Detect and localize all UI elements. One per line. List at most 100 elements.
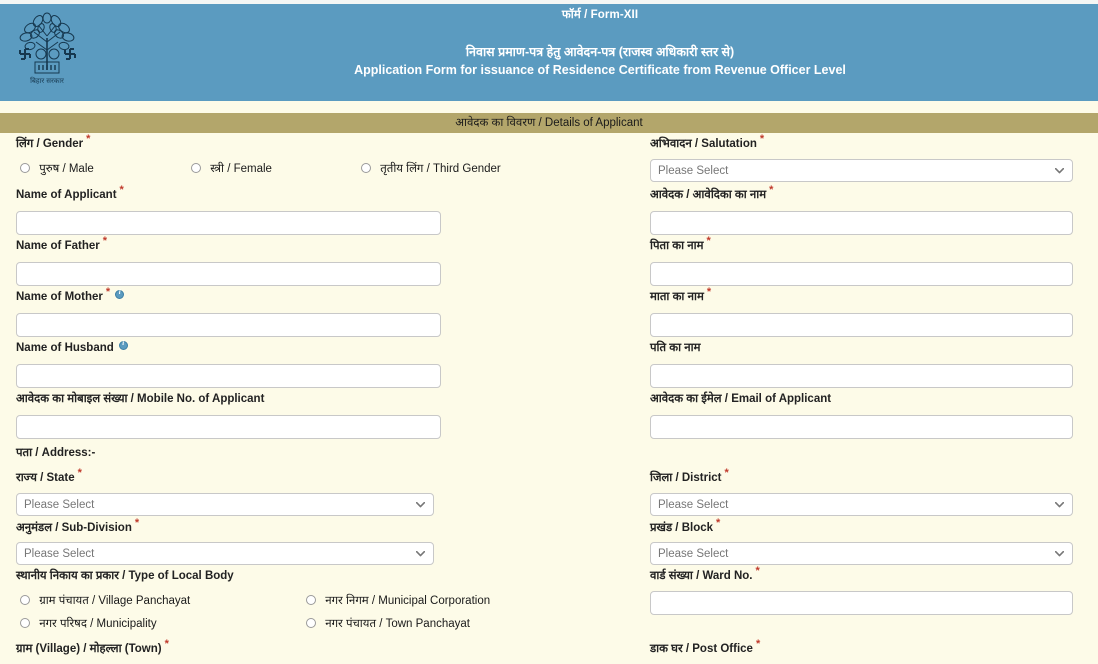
input-mobile-no[interactable] xyxy=(16,415,441,439)
label-name-of-mother: Name of Mother * xyxy=(16,287,125,304)
input-name-of-husband-hindi[interactable] xyxy=(650,364,1073,388)
field-gender: लिंग / Gender * xyxy=(16,133,91,151)
input-ward-no[interactable] xyxy=(650,591,1073,615)
radio-label-male[interactable]: पुरुष / Male xyxy=(39,163,94,175)
required-marker: * xyxy=(119,184,124,197)
label-gender: लिंग / Gender * xyxy=(16,133,91,150)
radio-male[interactable] xyxy=(20,163,30,173)
input-name-of-husband[interactable] xyxy=(16,364,441,388)
field-type-of-local-body: स्थानीय निकाय का प्रकार / Type of Local … xyxy=(16,569,234,583)
form-title-english: Application Form for issuance of Residen… xyxy=(354,63,846,77)
label-ward-no: वार्ड संख्या / Ward No. * xyxy=(650,565,760,582)
label-district: जिला / District * xyxy=(650,467,729,484)
select-district[interactable]: Please Select xyxy=(650,493,1073,516)
field-mobile-no: आवेदक का मोबाइल संख्या / Mobile No. of A… xyxy=(16,392,264,406)
field-name-of-husband: Name of Husband xyxy=(16,339,128,355)
field-name-of-applicant-hindi: आवेदक / आवेदिका का नाम * xyxy=(650,185,773,202)
radio-option-village-panchayat[interactable]: ग्राम पंचायत / Village Panchayat xyxy=(20,595,190,608)
field-ward-no: वार्ड संख्या / Ward No. * xyxy=(650,565,760,583)
application-form-page: बिहार सरकार फॉर्म / Form-XII निवास प्रमा… xyxy=(0,0,1098,664)
bihar-government-emblem-icon: बिहार सरकार xyxy=(8,8,86,88)
radio-label-village-panchayat[interactable]: ग्राम पंचायत / Village Panchayat xyxy=(39,595,190,607)
radio-option-municipality[interactable]: नगर परिषद / Municipality xyxy=(20,618,157,631)
field-name-of-mother: Name of Mother * xyxy=(16,287,125,304)
radio-option-town-panchayat[interactable]: नगर पंचायत / Town Panchayat xyxy=(306,618,470,631)
form-number: फॉर्म / Form-XII xyxy=(561,9,639,21)
required-marker: * xyxy=(164,638,169,651)
select-block[interactable]: Please Select xyxy=(650,542,1073,565)
page-header: बिहार सरकार फॉर्म / Form-XII निवास प्रमा… xyxy=(0,4,1098,101)
field-state: राज्य / State * xyxy=(16,467,82,485)
select-wrap-state: Please Select xyxy=(16,493,434,516)
select-wrap-district: Please Select xyxy=(650,493,1073,516)
input-name-of-mother[interactable] xyxy=(16,313,441,337)
select-salutation[interactable]: Please Select xyxy=(650,159,1073,182)
radio-label-female[interactable]: स्त्री / Female xyxy=(210,163,272,175)
field-name-of-father: Name of Father * xyxy=(16,235,107,253)
input-name-of-mother-hindi[interactable] xyxy=(650,313,1073,337)
field-salutation: अभिवादन / Salutation * xyxy=(650,134,764,151)
select-sub-division[interactable]: Please Select xyxy=(16,542,434,565)
required-marker: * xyxy=(706,235,711,248)
required-marker: * xyxy=(759,133,765,146)
select-wrap-sub-division: Please Select xyxy=(16,542,434,565)
radio-village-panchayat[interactable] xyxy=(20,595,30,605)
label-name-of-father: Name of Father * xyxy=(16,235,107,252)
required-marker: * xyxy=(724,467,729,480)
label-state: राज्य / State * xyxy=(16,467,82,484)
select-wrap-block: Please Select xyxy=(650,542,1073,565)
radio-group-gender: पुरुष / Male स्त्री / Female तृतीय लिंग … xyxy=(16,163,626,179)
required-marker: * xyxy=(755,565,760,578)
input-email[interactable] xyxy=(650,415,1073,439)
label-village-town: ग्राम (Village) / मोहल्ला (Town) * xyxy=(16,638,169,655)
label-post-office: डाक घर / Post Office * xyxy=(650,638,761,655)
field-village-town: ग्राम (Village) / मोहल्ला (Town) * xyxy=(16,638,169,656)
info-icon[interactable] xyxy=(115,288,125,299)
label-name-of-father-hindi: पिता का नाम * xyxy=(650,235,711,252)
field-email: आवेदक का ईमेल / Email of Applicant xyxy=(650,392,831,406)
label-name-of-applicant: Name of Applicant * xyxy=(16,184,124,201)
field-name-of-mother-hindi: माता का नाम * xyxy=(650,286,712,304)
radio-option-male[interactable]: पुरुष / Male xyxy=(20,163,94,176)
radio-label-municipality[interactable]: नगर परिषद / Municipality xyxy=(39,618,156,630)
required-marker: * xyxy=(86,133,91,146)
radio-group-local-body-row1: ग्राम पंचायत / Village Panchayat नगर निग… xyxy=(16,595,626,611)
radio-female[interactable] xyxy=(191,163,201,173)
input-name-of-applicant[interactable] xyxy=(16,211,441,235)
radio-municipal-corporation[interactable] xyxy=(306,595,316,605)
select-state[interactable]: Please Select xyxy=(16,493,434,516)
address-section-heading: पता / Address:- xyxy=(16,443,95,461)
input-name-of-father[interactable] xyxy=(16,262,441,286)
radio-third-gender[interactable] xyxy=(361,163,371,173)
header-gap xyxy=(0,101,1098,113)
radio-label-third-gender[interactable]: तृतीय लिंग / Third Gender xyxy=(380,163,501,175)
radio-option-third-gender[interactable]: तृतीय लिंग / Third Gender xyxy=(361,163,501,176)
radio-option-municipal-corporation[interactable]: नगर निगम / Municipal Corporation xyxy=(306,595,490,608)
required-marker: * xyxy=(769,184,774,197)
radio-label-municipal-corporation[interactable]: नगर निगम / Municipal Corporation xyxy=(325,595,490,607)
required-marker: * xyxy=(105,286,111,299)
field-name-of-applicant: Name of Applicant * xyxy=(16,184,124,202)
form-title-hindi: निवास प्रमाण-पत्र हेतु आवेदन-पत्र (राजस्… xyxy=(465,45,735,59)
input-name-of-father-hindi[interactable] xyxy=(650,262,1073,286)
info-icon[interactable] xyxy=(118,339,128,350)
select-wrap-salutation: Please Select xyxy=(650,159,1073,182)
radio-municipality[interactable] xyxy=(20,618,30,628)
radio-option-female[interactable]: स्त्री / Female xyxy=(191,163,272,176)
field-post-office: डाक घर / Post Office * xyxy=(650,638,761,656)
radio-town-panchayat[interactable] xyxy=(306,618,316,628)
required-marker: * xyxy=(755,638,761,651)
address-heading-text: पता / Address:- xyxy=(16,447,96,459)
label-mobile-no: आवेदक का मोबाइल संख्या / Mobile No. of A… xyxy=(16,393,265,405)
header-titles: फॉर्म / Form-XII निवास प्रमाण-पत्र हेतु … xyxy=(160,8,1040,78)
label-block: प्रखंड / Block * xyxy=(650,517,721,534)
field-name-of-father-hindi: पिता का नाम * xyxy=(650,235,711,253)
input-name-of-applicant-hindi[interactable] xyxy=(650,211,1073,235)
label-name-of-mother-hindi: माता का नाम * xyxy=(650,286,712,303)
radio-group-local-body-row2: नगर परिषद / Municipality नगर पंचायत / To… xyxy=(16,618,626,634)
required-marker: * xyxy=(77,467,82,480)
field-district: जिला / District * xyxy=(650,467,729,485)
label-name-of-husband-hindi: पति का नाम xyxy=(650,342,701,354)
field-block: प्रखंड / Block * xyxy=(650,517,721,535)
radio-label-town-panchayat[interactable]: नगर पंचायत / Town Panchayat xyxy=(325,618,470,630)
